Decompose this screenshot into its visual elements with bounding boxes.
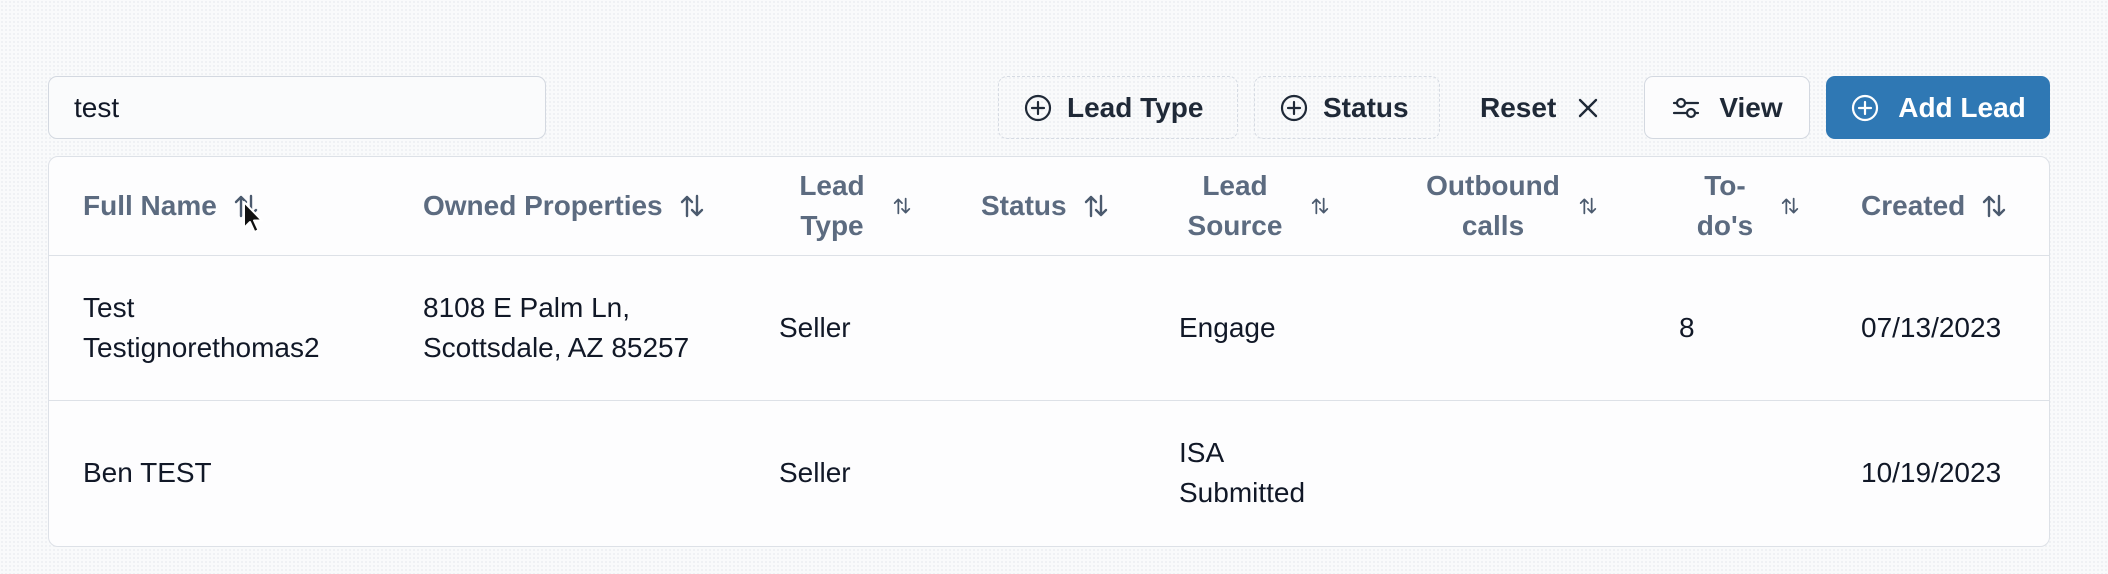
cell-lead-source: ISA Submitted: [1179, 436, 1306, 508]
sort-icon[interactable]: [1979, 191, 2009, 221]
reset-button[interactable]: Reset: [1462, 76, 1618, 139]
cell-owned-properties: 8108 E Palm Ln, Scottsdale, AZ 85257: [423, 291, 690, 363]
close-icon: [1576, 96, 1600, 120]
leads-table: Full Name Owned Properties Lead Type Sta…: [48, 156, 2050, 547]
cell-created: 07/13/2023: [1861, 311, 2002, 343]
cell-status: [981, 400, 1141, 545]
search-input[interactable]: [48, 76, 546, 139]
plus-circle-icon: [1023, 93, 1053, 123]
sort-icon[interactable]: [1309, 195, 1331, 217]
sort-icon[interactable]: [891, 195, 913, 217]
add-lead-label: Add Lead: [1898, 91, 2026, 123]
plus-circle-icon: [1850, 93, 1880, 123]
status-filter-label: Status: [1323, 91, 1409, 123]
column-header-label: To-do's: [1696, 170, 1754, 241]
view-label: View: [1719, 91, 1783, 123]
cell-status: [981, 255, 1141, 400]
column-header-lead-type[interactable]: Lead Type: [787, 157, 913, 255]
cell-full-name: Ben TEST: [83, 456, 212, 488]
column-header-created[interactable]: Created: [1861, 157, 2009, 255]
cell-todos: 8: [1679, 311, 1695, 343]
column-header-lead-source[interactable]: Lead Source: [1175, 157, 1331, 255]
cell-lead-type: Seller: [779, 311, 851, 343]
reset-label: Reset: [1480, 91, 1557, 123]
table-row[interactable]: Ben TEST Seller ISA Submitted 10/19/2023: [49, 400, 2049, 545]
column-header-label: Full Name: [83, 190, 217, 221]
column-header-label: Owned Properties: [423, 190, 663, 221]
plus-circle-icon: [1279, 93, 1309, 123]
view-button[interactable]: View: [1644, 76, 1810, 139]
lead-type-filter-button[interactable]: Lead Type: [998, 76, 1238, 139]
cell-lead-source: Engage: [1179, 311, 1276, 343]
sort-icon[interactable]: [1779, 195, 1801, 217]
column-header-outbound-calls[interactable]: Outbound calls: [1423, 157, 1599, 255]
sort-icon[interactable]: [677, 191, 707, 221]
column-header-label: Lead Type: [799, 170, 865, 241]
column-header-owned-properties[interactable]: Owned Properties: [423, 157, 707, 255]
cell-outbound-calls: [1429, 400, 1629, 545]
cell-todos: [1679, 400, 1799, 545]
cell-full-name: Test Testignorethomas2: [83, 291, 320, 363]
column-header-label: Status: [981, 190, 1067, 221]
lead-type-filter-label: Lead Type: [1067, 91, 1204, 123]
column-header-todos[interactable]: To-do's: [1685, 157, 1801, 255]
add-lead-button[interactable]: Add Lead: [1826, 76, 2050, 139]
column-header-label: Outbound calls: [1426, 170, 1560, 241]
sliders-icon: [1671, 93, 1701, 123]
sort-icon[interactable]: [1577, 195, 1599, 217]
cell-lead-type: Seller: [779, 456, 851, 488]
column-header-status[interactable]: Status: [981, 157, 1111, 255]
cell-created: 10/19/2023: [1861, 456, 2002, 488]
cell-owned-properties: [423, 400, 743, 545]
sort-icon[interactable]: [231, 191, 261, 221]
sort-icon[interactable]: [1081, 191, 1111, 221]
column-header-label: Created: [1861, 190, 1966, 221]
table-header: Full Name Owned Properties Lead Type Sta…: [49, 157, 2049, 256]
cell-outbound-calls: [1429, 255, 1629, 400]
status-filter-button[interactable]: Status: [1254, 76, 1440, 139]
column-header-label: Lead Source: [1187, 170, 1283, 241]
column-header-full-name[interactable]: Full Name: [83, 157, 261, 255]
table-row[interactable]: Test Testignorethomas2 8108 E Palm Ln, S…: [49, 255, 2049, 401]
